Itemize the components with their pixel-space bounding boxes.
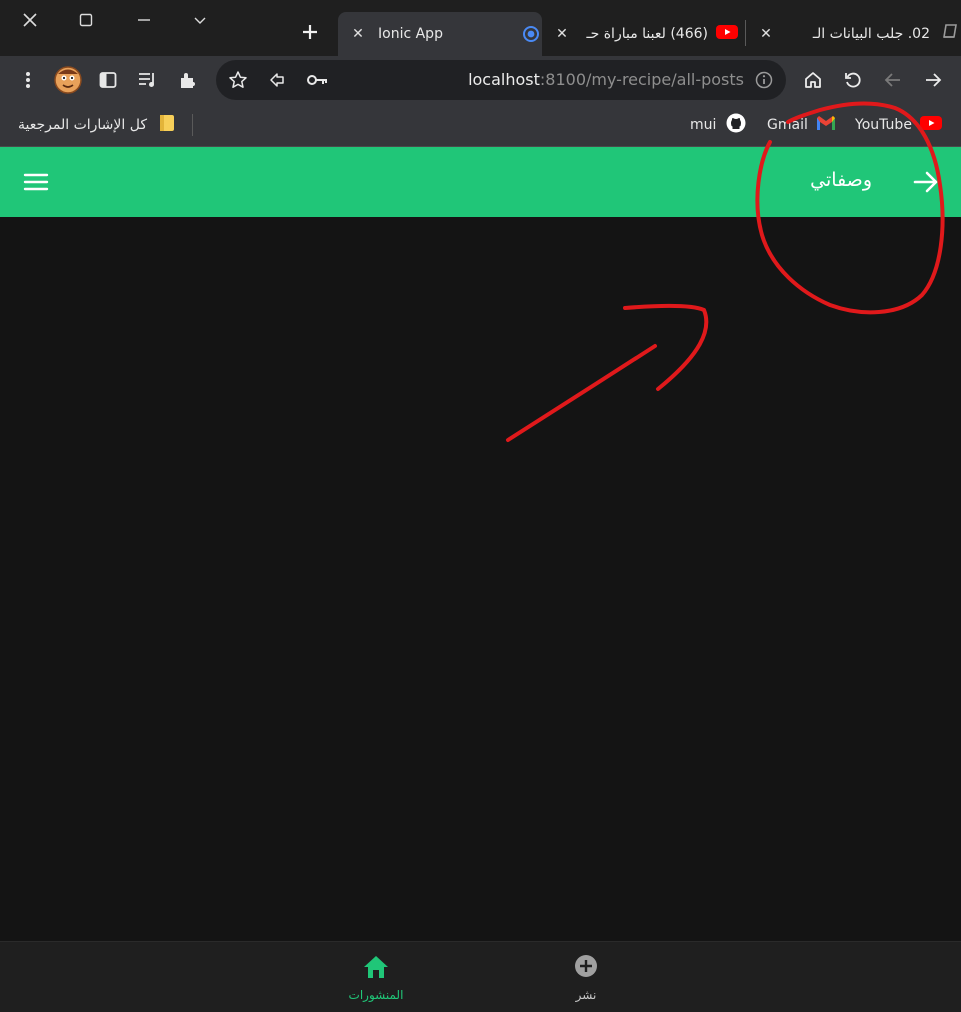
maximize-window-icon[interactable] bbox=[72, 6, 100, 34]
bookmark-label: YouTube bbox=[855, 117, 912, 133]
site-info-icon[interactable] bbox=[750, 66, 778, 94]
url-host: localhost bbox=[468, 70, 540, 89]
forward-nav-icon[interactable] bbox=[919, 66, 947, 94]
close-tab-icon[interactable]: ✕ bbox=[756, 26, 776, 42]
site-icon bbox=[940, 22, 960, 46]
tab-title: (466) لعبنا مباراة حـ bbox=[586, 26, 708, 42]
tab-ionic-app[interactable]: ✕ Ionic App bbox=[338, 12, 542, 56]
menu-icon[interactable] bbox=[22, 168, 50, 196]
share-icon[interactable] bbox=[264, 66, 292, 94]
side-panel-icon[interactable] bbox=[94, 66, 122, 94]
tab-title: Ionic App bbox=[378, 26, 443, 42]
profile-avatar[interactable] bbox=[54, 66, 82, 94]
address-bar[interactable]: localhost:8100/my-recipe/all-posts bbox=[216, 60, 786, 100]
more-options-icon[interactable] bbox=[14, 66, 42, 94]
tab-publish[interactable]: نشر bbox=[546, 954, 626, 1002]
home-button-icon[interactable] bbox=[799, 66, 827, 94]
new-tab-icon[interactable] bbox=[296, 18, 324, 46]
tab-title: 02. جلب البيانات الـ bbox=[812, 26, 930, 42]
url-path: :8100/my-recipe/all-posts bbox=[539, 70, 744, 89]
url-text[interactable]: localhost:8100/my-recipe/all-posts bbox=[468, 70, 744, 89]
all-bookmarks-label: كل الإشارات المرجعية bbox=[18, 117, 147, 133]
tab-posts[interactable]: المنشورات bbox=[336, 954, 416, 1002]
browser-tab-strip: ✕ Ionic App ✕ (466) لعبنا مباراة حـ ✕ 02… bbox=[0, 0, 961, 56]
app-header: وصفاتي bbox=[0, 147, 961, 217]
tab-article[interactable]: ✕ 02. جلب البيانات الـ bbox=[752, 12, 961, 56]
posts-content bbox=[0, 217, 961, 941]
arrow-right-icon[interactable] bbox=[912, 168, 940, 196]
youtube-icon bbox=[716, 24, 738, 44]
close-window-icon[interactable] bbox=[16, 6, 44, 34]
folder-icon bbox=[159, 114, 175, 136]
add-circle-icon bbox=[574, 954, 598, 982]
youtube-icon bbox=[919, 115, 942, 135]
ionic-icon bbox=[522, 25, 540, 43]
bookmark-label: Gmail bbox=[767, 117, 808, 133]
tab-search-chevron-icon[interactable] bbox=[186, 6, 214, 34]
page-title: وصفاتي bbox=[810, 169, 872, 191]
close-tab-icon[interactable]: ✕ bbox=[552, 26, 572, 42]
password-key-icon[interactable] bbox=[304, 66, 332, 94]
minimize-window-icon[interactable] bbox=[130, 6, 158, 34]
bookmark-mui[interactable]: mui bbox=[690, 113, 746, 137]
bookmark-youtube[interactable]: YouTube bbox=[855, 114, 942, 136]
tab-youtube-video[interactable]: ✕ (466) لعبنا مباراة حـ bbox=[548, 12, 738, 56]
bookmark-gmail[interactable]: Gmail bbox=[767, 114, 836, 136]
tab-publish-label: نشر bbox=[575, 988, 597, 1002]
bookmarks-bar: كل الإشارات المرجعية mui Gmail YouTube bbox=[0, 104, 961, 147]
gmail-icon bbox=[816, 115, 836, 135]
close-tab-icon[interactable]: ✕ bbox=[348, 26, 368, 42]
bookmark-star-icon[interactable] bbox=[224, 66, 252, 94]
back-nav-icon[interactable] bbox=[879, 66, 907, 94]
bookmarks-divider bbox=[192, 114, 193, 136]
reload-icon[interactable] bbox=[839, 66, 867, 94]
extensions-icon[interactable] bbox=[174, 66, 202, 94]
home-icon bbox=[362, 954, 390, 984]
all-bookmarks-button[interactable]: كل الإشارات المرجعية bbox=[18, 114, 175, 136]
bookmark-label: mui bbox=[690, 117, 717, 133]
bottom-tab-bar: المنشورات نشر bbox=[0, 941, 961, 1012]
github-icon bbox=[726, 113, 746, 137]
tab-divider bbox=[745, 20, 746, 46]
media-controls-icon[interactable] bbox=[134, 66, 162, 94]
tab-posts-label: المنشورات bbox=[348, 988, 404, 1002]
